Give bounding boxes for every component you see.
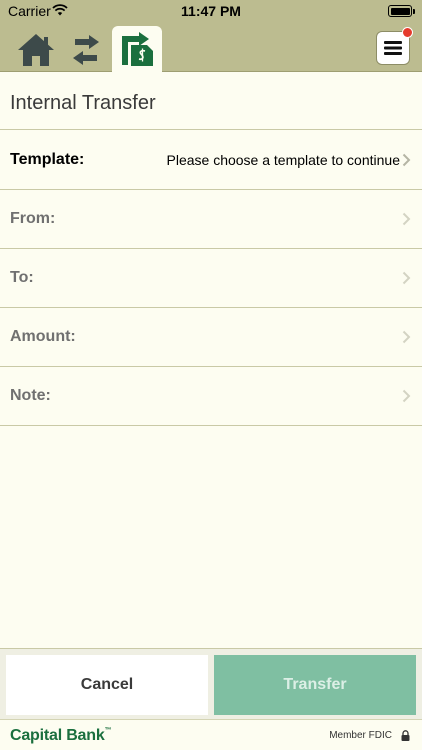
template-value: Please choose a template to continue: [166, 152, 401, 168]
chevron-right-icon: [402, 271, 411, 285]
home-icon: [18, 34, 54, 66]
notification-badge: [402, 27, 413, 38]
note-row[interactable]: Note:: [0, 367, 422, 426]
footer: Capital Bank™ Member FDIC: [0, 719, 422, 750]
chevron-right-icon: [402, 330, 411, 344]
transfer-button[interactable]: Transfer: [214, 655, 416, 715]
hamburger-menu-icon: [384, 41, 402, 55]
chevron-right-icon: [402, 212, 411, 226]
nav-bar: [0, 22, 422, 72]
transfers-button[interactable]: [64, 28, 108, 72]
chevron-right-icon: [402, 153, 411, 167]
lock-icon: [401, 730, 410, 741]
home-button[interactable]: [14, 28, 58, 72]
action-bar: Cancel Transfer: [0, 648, 422, 719]
page-title: Internal Transfer: [0, 72, 422, 130]
battery-icon: [388, 5, 415, 17]
amount-row[interactable]: Amount:: [0, 308, 422, 367]
to-row[interactable]: To:: [0, 249, 422, 308]
internal-transfer-icon: [122, 32, 153, 66]
bank-logo: Capital Bank™: [10, 727, 112, 744]
member-fdic-label: Member FDIC: [329, 730, 392, 741]
internal-transfer-tab[interactable]: [112, 26, 162, 72]
template-row[interactable]: Template: Please choose a template to co…: [0, 131, 422, 190]
menu-button[interactable]: [376, 27, 413, 65]
swap-arrows-icon: [73, 35, 99, 65]
clock: 11:47 PM: [181, 3, 241, 19]
chevron-right-icon: [402, 389, 411, 403]
amount-label: Amount:: [10, 328, 76, 345]
template-label: Template:: [10, 151, 85, 168]
cancel-button[interactable]: Cancel: [6, 655, 208, 715]
note-label: Note:: [10, 387, 51, 404]
status-bar: Carrier 11:47 PM: [0, 0, 422, 22]
from-label: From:: [10, 210, 56, 227]
from-row[interactable]: From:: [0, 190, 422, 249]
to-label: To:: [10, 269, 34, 286]
